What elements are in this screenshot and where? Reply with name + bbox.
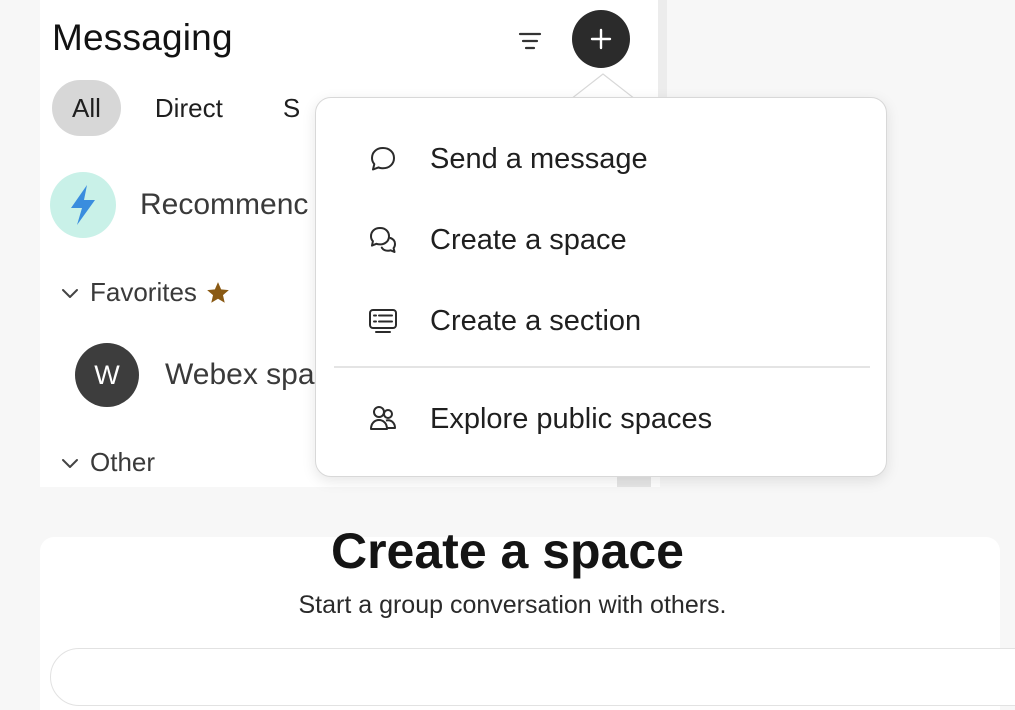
lightning-bolt-icon <box>71 185 95 225</box>
menu-item-send-message[interactable]: Send a message <box>316 125 886 193</box>
menu-item-create-space[interactable]: Create a space <box>316 206 886 274</box>
menu-item-explore-public-spaces[interactable]: Explore public spaces <box>316 385 886 453</box>
space-avatar: W <box>75 343 139 407</box>
menu-item-label: Create a section <box>430 304 642 337</box>
other-section-header[interactable]: Other <box>60 447 155 478</box>
space-list-item[interactable]: W Webex spa <box>75 343 315 407</box>
chevron-down-icon <box>62 288 78 298</box>
other-label: Other <box>90 447 156 477</box>
star-icon <box>207 281 229 303</box>
recommended-avatar <box>50 172 116 238</box>
menu-item-label: Explore public spaces <box>430 402 713 435</box>
plus-icon <box>590 28 612 50</box>
create-space-title: Create a space <box>330 523 684 579</box>
filter-tabs: All Direct S <box>52 80 320 136</box>
new-conversation-menu: Send a message Create a space Create a s… <box>315 97 887 477</box>
new-conversation-button[interactable] <box>572 10 630 68</box>
tab-direct[interactable]: Direct <box>135 80 243 136</box>
chevron-down-icon <box>62 458 78 468</box>
filter-lines-icon <box>518 32 542 50</box>
menu-item-label: Create a space <box>430 223 627 256</box>
app-window: Messaging All Direct S Recommenc Favorit… <box>0 0 1015 710</box>
menu-pointer <box>571 73 635 99</box>
chat-bubble-icon <box>366 142 400 176</box>
create-space-subtitle: Start a group conversation with others. <box>298 591 727 619</box>
page-title: Messaging <box>52 17 233 58</box>
tab-spaces[interactable]: S <box>263 80 320 136</box>
list-section-icon <box>366 304 400 338</box>
recommended-item[interactable]: Recommenc <box>50 172 308 238</box>
favorites-label: Favorites <box>90 277 197 307</box>
space-name: Webex spa <box>165 358 315 391</box>
tab-all[interactable]: All <box>52 80 121 136</box>
filter-button[interactable] <box>513 26 547 56</box>
recommended-label: Recommenc <box>140 188 309 221</box>
menu-item-create-section[interactable]: Create a section <box>316 287 886 355</box>
menu-item-label: Send a message <box>430 142 648 175</box>
chat-bubbles-icon <box>366 223 400 257</box>
menu-divider <box>334 366 870 368</box>
people-group-icon <box>366 402 400 436</box>
left-gutter <box>0 0 40 487</box>
favorites-section-header[interactable]: Favorites <box>60 277 231 308</box>
space-name-input[interactable] <box>50 648 1015 706</box>
